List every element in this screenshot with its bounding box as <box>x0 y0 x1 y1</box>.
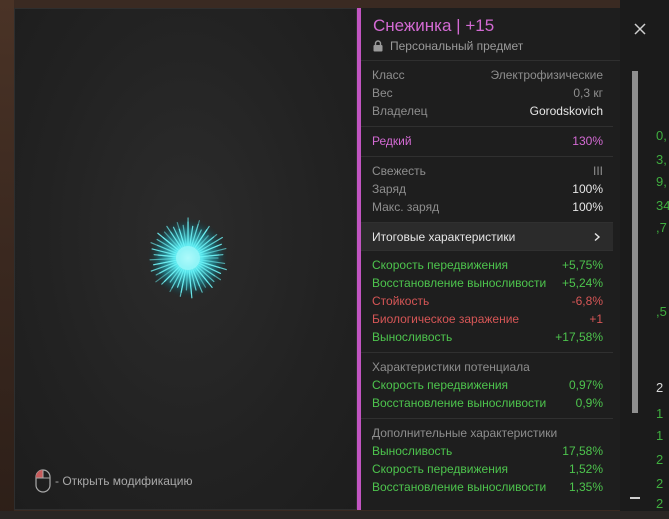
scrollbar[interactable] <box>629 65 641 505</box>
snowflake-artifact-image <box>148 217 228 299</box>
rarity-value: 130% <box>572 134 603 148</box>
stat-row: Скорость передвижения +5,75% <box>361 256 613 274</box>
item-title: Снежинка | +15 <box>373 16 495 35</box>
chevron-right-icon <box>594 232 601 241</box>
basic-info-section: Класс Электрофизические Вес 0,3 кг Владе… <box>361 61 613 127</box>
stat-value: 1,35% <box>568 480 603 494</box>
stat-row: Восстановление выносливости 0,9% <box>361 394 613 412</box>
stat-label: Скорость передвижения <box>372 378 509 392</box>
stat-label: Скорость передвижения <box>372 462 509 476</box>
stat-label: Восстановление выносливости <box>372 396 547 410</box>
bg-snippet: ,5 <box>656 304 667 319</box>
stat-label: Стойкость <box>372 294 430 308</box>
bg-snippet: 2 <box>656 476 664 491</box>
close-icon[interactable] <box>631 20 649 38</box>
extra-header: Дополнительные характеристики <box>372 426 558 440</box>
mouse-icon <box>35 469 51 493</box>
class-row: Класс Электрофизические <box>361 66 613 84</box>
freshness-value: III <box>592 164 603 178</box>
item-preview[interactable]: - Открыть модификацию <box>14 8 357 510</box>
stat-label: Восстановление выносливости <box>372 480 547 494</box>
freshness-row: Свежесть III <box>361 162 613 180</box>
stat-row: Выносливость 17,58% <box>361 442 613 460</box>
modification-hint: - Открыть модификацию <box>35 469 193 493</box>
charge-row: Заряд 100% <box>361 180 613 198</box>
stat-value: 1,52% <box>568 462 603 476</box>
owner-value: Gorodskovich <box>529 104 603 118</box>
stat-row: Скорость передвижения 0,97% <box>361 376 613 394</box>
stat-label: Выносливость <box>372 330 453 344</box>
potential-header-row: Характеристики потенциала <box>361 358 613 376</box>
stat-label: Восстановление выносливости <box>372 276 547 290</box>
bg-snippet: 2 <box>656 380 664 395</box>
class-label: Класс <box>372 68 405 82</box>
item-subtitle: Персональный предмет <box>373 39 523 53</box>
background-left <box>0 0 14 519</box>
stats-scroll-area[interactable]: Класс Электрофизические Вес 0,3 кг Владе… <box>361 61 613 510</box>
subtitle-text: Персональный предмет <box>390 39 524 53</box>
max-charge-row: Макс. заряд 100% <box>361 198 613 216</box>
weight-value: 0,3 кг <box>573 86 603 100</box>
background-bottom <box>0 511 669 519</box>
max-charge-value: 100% <box>572 200 603 214</box>
item-info-panel: Снежинка | +15 Персональный предмет Клас… <box>357 8 646 510</box>
total-stats-header: Итоговые характеристики <box>372 229 516 244</box>
charge-label: Заряд <box>372 182 406 196</box>
potential-section: Характеристики потенциала Скорость перед… <box>361 353 613 419</box>
max-charge-label: Макс. заряд <box>372 200 440 214</box>
total-stats-dropdown[interactable]: Итоговые характеристики <box>361 223 613 251</box>
stat-value: -6,8% <box>571 294 603 308</box>
bg-snippet: 1 <box>656 428 664 443</box>
charge-value: 100% <box>572 182 603 196</box>
bg-snippet: 9, <box>656 174 667 189</box>
weight-label: Вес <box>372 86 393 100</box>
owner-row: Владелец Gorodskovich <box>361 102 613 120</box>
stat-row: Восстановление выносливости 1,35% <box>361 478 613 496</box>
stat-value: +17,58% <box>555 330 603 344</box>
lock-icon <box>373 40 383 52</box>
stat-value: 17,58% <box>562 444 603 458</box>
stat-row: Стойкость -6,8% <box>361 292 613 310</box>
owner-label: Владелец <box>372 104 428 118</box>
stat-value: 0,9% <box>575 396 603 410</box>
stat-value: 0,97% <box>568 378 603 392</box>
stat-label: Выносливость <box>372 444 453 458</box>
stat-row: Скорость передвижения 1,52% <box>361 460 613 478</box>
extra-section: Дополнительные характеристики Выносливос… <box>361 419 613 502</box>
extra-header-row: Дополнительные характеристики <box>361 424 613 442</box>
bg-snippet: 0, <box>656 128 667 143</box>
stat-value: +5,24% <box>561 276 603 290</box>
freshness-label: Свежесть <box>372 164 426 178</box>
weight-row: Вес 0,3 кг <box>361 84 613 102</box>
stat-label: Биологическое заражение <box>372 312 520 326</box>
bg-snippet: 34 <box>656 198 669 213</box>
stat-value: +1 <box>589 312 603 326</box>
stat-value: +5,75% <box>561 258 603 272</box>
scrollbar-thumb[interactable] <box>632 71 638 413</box>
scrollbar-end-marker <box>630 497 640 499</box>
rarity-section: Редкий 130% <box>361 127 613 157</box>
panel-header: Снежинка | +15 Персональный предмет <box>361 8 646 61</box>
stat-row: Выносливость +17,58% <box>361 328 613 346</box>
stat-row: Биологическое заражение +1 <box>361 310 613 328</box>
hint-text: - Открыть модификацию <box>55 474 193 488</box>
bg-snippet: ,7 <box>656 220 667 235</box>
bg-snippet: 1 <box>656 406 664 421</box>
total-stats-section: Скорость передвижения +5,75% Восстановле… <box>361 251 613 353</box>
potential-header: Характеристики потенциала <box>372 360 530 374</box>
bg-snippet: 3, <box>656 152 667 167</box>
stat-row: Восстановление выносливости +5,24% <box>361 274 613 292</box>
rarity-label: Редкий <box>372 134 412 148</box>
bg-snippet: 2 <box>656 452 664 467</box>
stat-label: Скорость передвижения <box>372 258 509 272</box>
state-section: Свежесть III Заряд 100% Макс. заряд 100% <box>361 157 613 223</box>
class-value: Электрофизические <box>490 68 603 82</box>
rarity-row: Редкий 130% <box>361 132 613 150</box>
bg-snippet: 2 <box>656 496 664 511</box>
background-right-panel: 0, 3, 9, 34 ,7 ,5 2 1 1 2 2 2 <box>620 0 669 519</box>
